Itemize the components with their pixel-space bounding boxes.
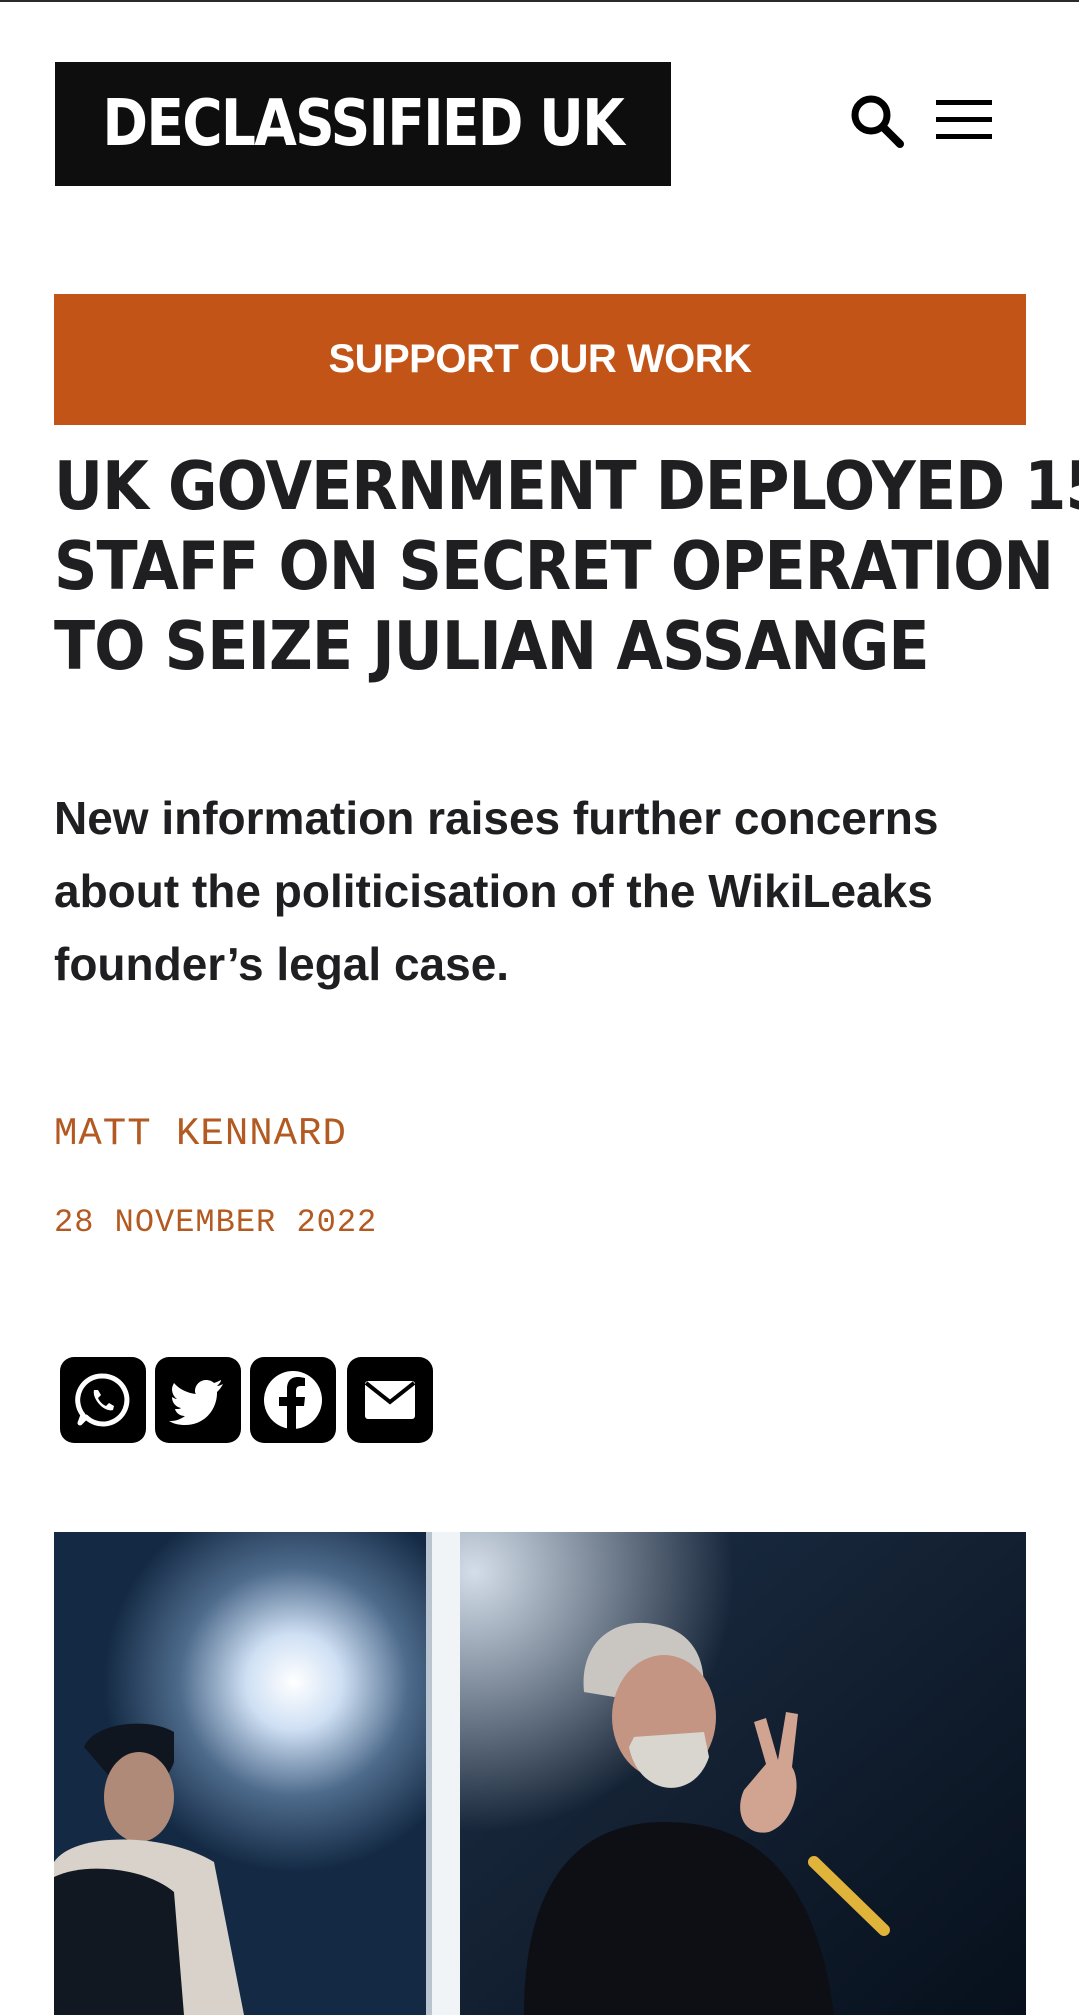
headline-line: TO SEIZE JULIAN ASSANGE <box>54 607 930 685</box>
headline-line: UK GOVERNMENT DEPLOYED 15 <box>54 447 1079 525</box>
standfirst-line: about the politicisation of the WikiLeak… <box>54 865 933 917</box>
whatsapp-share-button[interactable] <box>60 1357 146 1443</box>
facebook-share-button[interactable] <box>250 1357 336 1443</box>
headline-line: STAFF ON SECRET OPERATION <box>54 527 1054 605</box>
publish-date: 28 NOVEMBER 2022 <box>54 1204 378 1241</box>
logo-text: DECLASSIFIED UK <box>102 87 625 161</box>
site-logo[interactable]: DECLASSIFIED UK <box>55 62 671 186</box>
standfirst-line: founder’s legal case. <box>54 938 510 990</box>
twitter-icon <box>169 1380 223 1425</box>
email-share-button[interactable] <box>347 1357 433 1443</box>
article-standfirst: New information raises further concerns … <box>54 782 1044 1001</box>
search-icon <box>851 95 904 148</box>
author-link[interactable]: MATT KENNARD <box>54 1112 347 1156</box>
article-photo-illustration <box>54 1532 1026 2015</box>
article-photo <box>54 1532 1026 2015</box>
whatsapp-icon <box>75 1373 130 1427</box>
support-our-work-button[interactable]: SUPPORT OUR WORK <box>54 294 1026 425</box>
article-headline: UK GOVERNMENT DEPLOYED 15 STAFF ON SECRE… <box>54 446 1079 686</box>
hamburger-menu-icon <box>936 100 992 139</box>
menu-button[interactable] <box>934 96 994 144</box>
twitter-share-button[interactable] <box>155 1357 241 1443</box>
facebook-icon <box>264 1371 322 1429</box>
search-button[interactable] <box>848 92 906 150</box>
email-icon <box>365 1381 415 1419</box>
standfirst-line: New information raises further concerns <box>54 792 939 844</box>
top-border <box>0 0 1079 2</box>
support-button-label: SUPPORT OUR WORK <box>328 337 752 381</box>
